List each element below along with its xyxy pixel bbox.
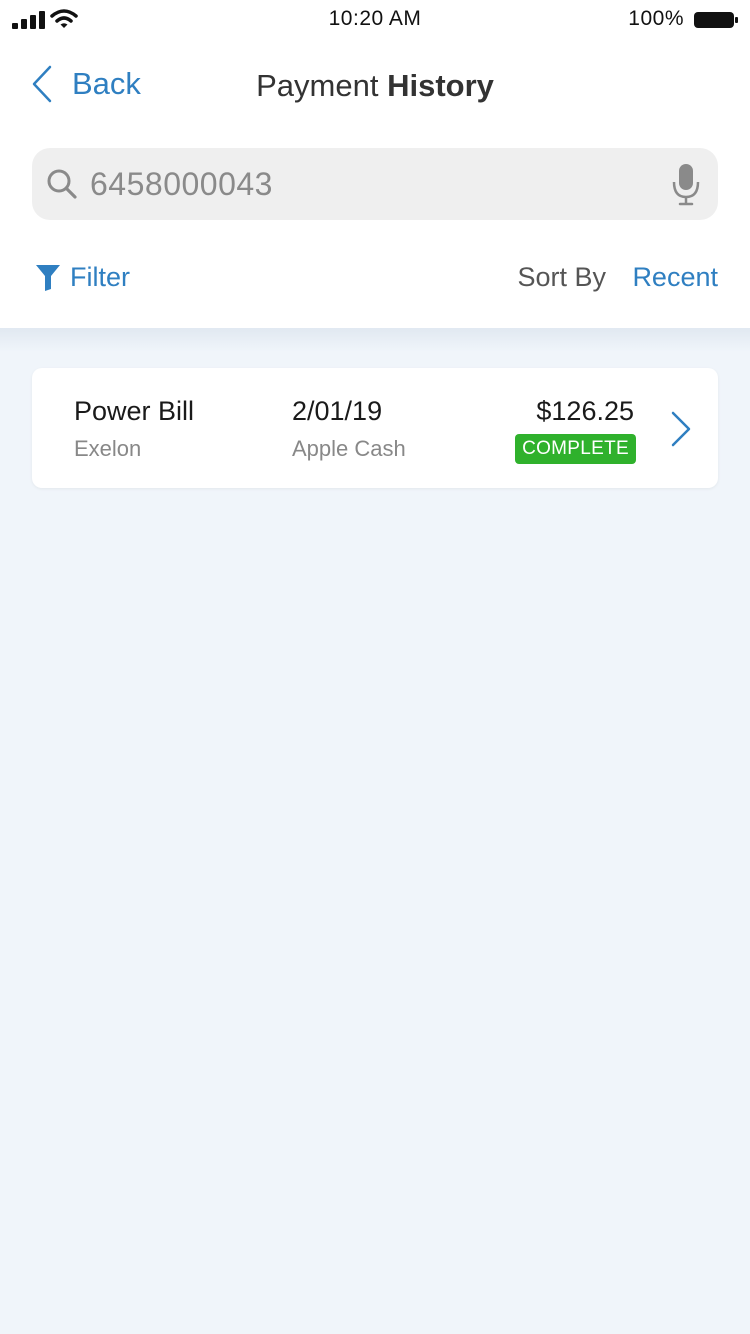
header: Back Payment History Filter Sort By Rece… [0, 40, 750, 328]
filter-icon [36, 264, 60, 291]
search-icon [47, 169, 77, 199]
search-bar[interactable] [32, 148, 718, 220]
payment-name: Power Bill [74, 396, 195, 426]
payment-payee: Exelon [74, 436, 142, 461]
battery-percent: 100% [628, 7, 684, 30]
microphone-icon[interactable] [672, 164, 700, 206]
payment-amount: $126.25 [536, 396, 634, 426]
status-bar: 10:20 AM 100% [0, 0, 750, 40]
status-badge: COMPLETE [515, 434, 636, 464]
payment-date: 2/01/19 [292, 396, 383, 426]
search-input[interactable] [90, 158, 650, 210]
payment-list-item[interactable]: Power Bill Exelon 2/01/19 Apple Cash $12… [32, 368, 718, 488]
page-title-light: Payment [256, 68, 379, 103]
filter-label: Filter [70, 262, 130, 292]
filter-button[interactable]: Filter [36, 262, 130, 293]
sort-value-button[interactable]: Recent [632, 262, 718, 293]
payment-method: Apple Cash [292, 436, 406, 461]
chevron-right-icon [671, 411, 691, 447]
page-title-bold: History [387, 68, 494, 103]
header-divider-shadow [0, 328, 750, 352]
battery-icon [694, 12, 738, 28]
sort-by-label: Sort By [517, 262, 606, 292]
page-title: Payment History [0, 68, 750, 104]
